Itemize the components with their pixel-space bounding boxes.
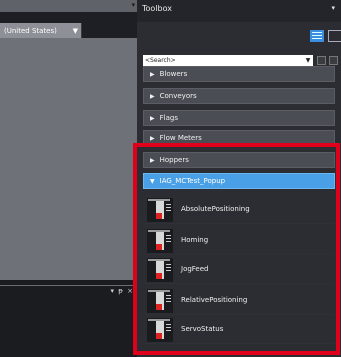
servo-drive-icon — [147, 289, 173, 313]
item-label: AbsolutePositioning — [181, 205, 250, 213]
category-label: Hoppers — [159, 156, 189, 164]
category-flags[interactable]: ▶ Flags — [143, 110, 335, 126]
editor-canvas[interactable] — [0, 38, 137, 280]
collapse-arrow-icon: ▼ — [150, 178, 155, 185]
expand-arrow-icon: ▶ — [150, 115, 155, 122]
item-label: ServoStatus — [181, 325, 224, 333]
list-view-icon[interactable] — [310, 30, 324, 42]
editor-tab-strip: ▾ — [0, 0, 137, 12]
category-conveyors[interactable]: ▶ Conveyors — [143, 88, 335, 104]
item-label: RelativePositioning — [181, 296, 248, 304]
servo-drive-icon — [147, 258, 173, 282]
toolbox-item-servo-status[interactable]: ServoStatus — [143, 316, 335, 344]
category-label: Flags — [159, 114, 178, 122]
panel-menu-icon[interactable]: ▾ — [331, 4, 335, 12]
servo-drive-icon — [147, 229, 173, 253]
expand-arrow-icon: ▶ — [150, 71, 155, 78]
category-hoppers[interactable]: ▶ Hoppers — [143, 152, 335, 168]
tab-dropdown-icon[interactable]: ▾ — [131, 1, 135, 9]
search-clear-icon[interactable] — [329, 56, 338, 65]
toolbox-item-absolute-positioning[interactable]: AbsolutePositioning — [143, 196, 335, 224]
toolbox-panel: Toolbox ▾ ▼ ▶ Blowers ▶ Conveyors ▶ Flags ▶… — [137, 0, 341, 357]
toolbox-item-jogfeed[interactable]: JogFeed — [143, 256, 335, 284]
servo-drive-icon — [147, 198, 173, 222]
servo-drive-icon — [147, 318, 173, 342]
toolbox-title: Toolbox — [142, 4, 172, 13]
toolbox-item-relative-positioning[interactable]: RelativePositioning — [143, 287, 335, 315]
expand-arrow-icon: ▶ — [150, 157, 155, 164]
locale-label: (United States) — [4, 27, 57, 35]
output-panel-header: ▾ ᵽ × — [0, 285, 137, 297]
search-dropdown-icon[interactable]: ▼ — [303, 55, 313, 66]
search-input[interactable] — [143, 55, 303, 66]
search-option-icon[interactable] — [317, 56, 326, 65]
panel-controls[interactable]: ▾ ᵽ × — [111, 287, 135, 295]
expand-arrow-icon: ▶ — [150, 135, 155, 142]
grid-view-icon[interactable] — [328, 30, 341, 42]
toolbox-item-homing[interactable]: Homing — [143, 227, 335, 255]
category-label: IAG_MCTest_Popup — [159, 177, 226, 185]
category-label: Blowers — [159, 70, 188, 78]
item-label: Homing — [181, 236, 209, 244]
locale-dropdown[interactable]: (United States) ▼ — [0, 23, 82, 39]
expand-arrow-icon: ▶ — [150, 93, 155, 100]
category-iag-mctest-popup[interactable]: ▼ IAG_MCTest_Popup — [143, 173, 335, 189]
category-blowers[interactable]: ▶ Blowers — [143, 66, 335, 82]
category-label: Conveyors — [159, 92, 197, 100]
category-label: Flow Meters — [159, 134, 202, 142]
category-flow-meters[interactable]: ▶ Flow Meters — [143, 130, 335, 146]
toolbox-header: Toolbox ▾ — [137, 0, 341, 22]
item-label: JogFeed — [181, 265, 209, 273]
chevron-down-icon: ▼ — [72, 27, 78, 35]
